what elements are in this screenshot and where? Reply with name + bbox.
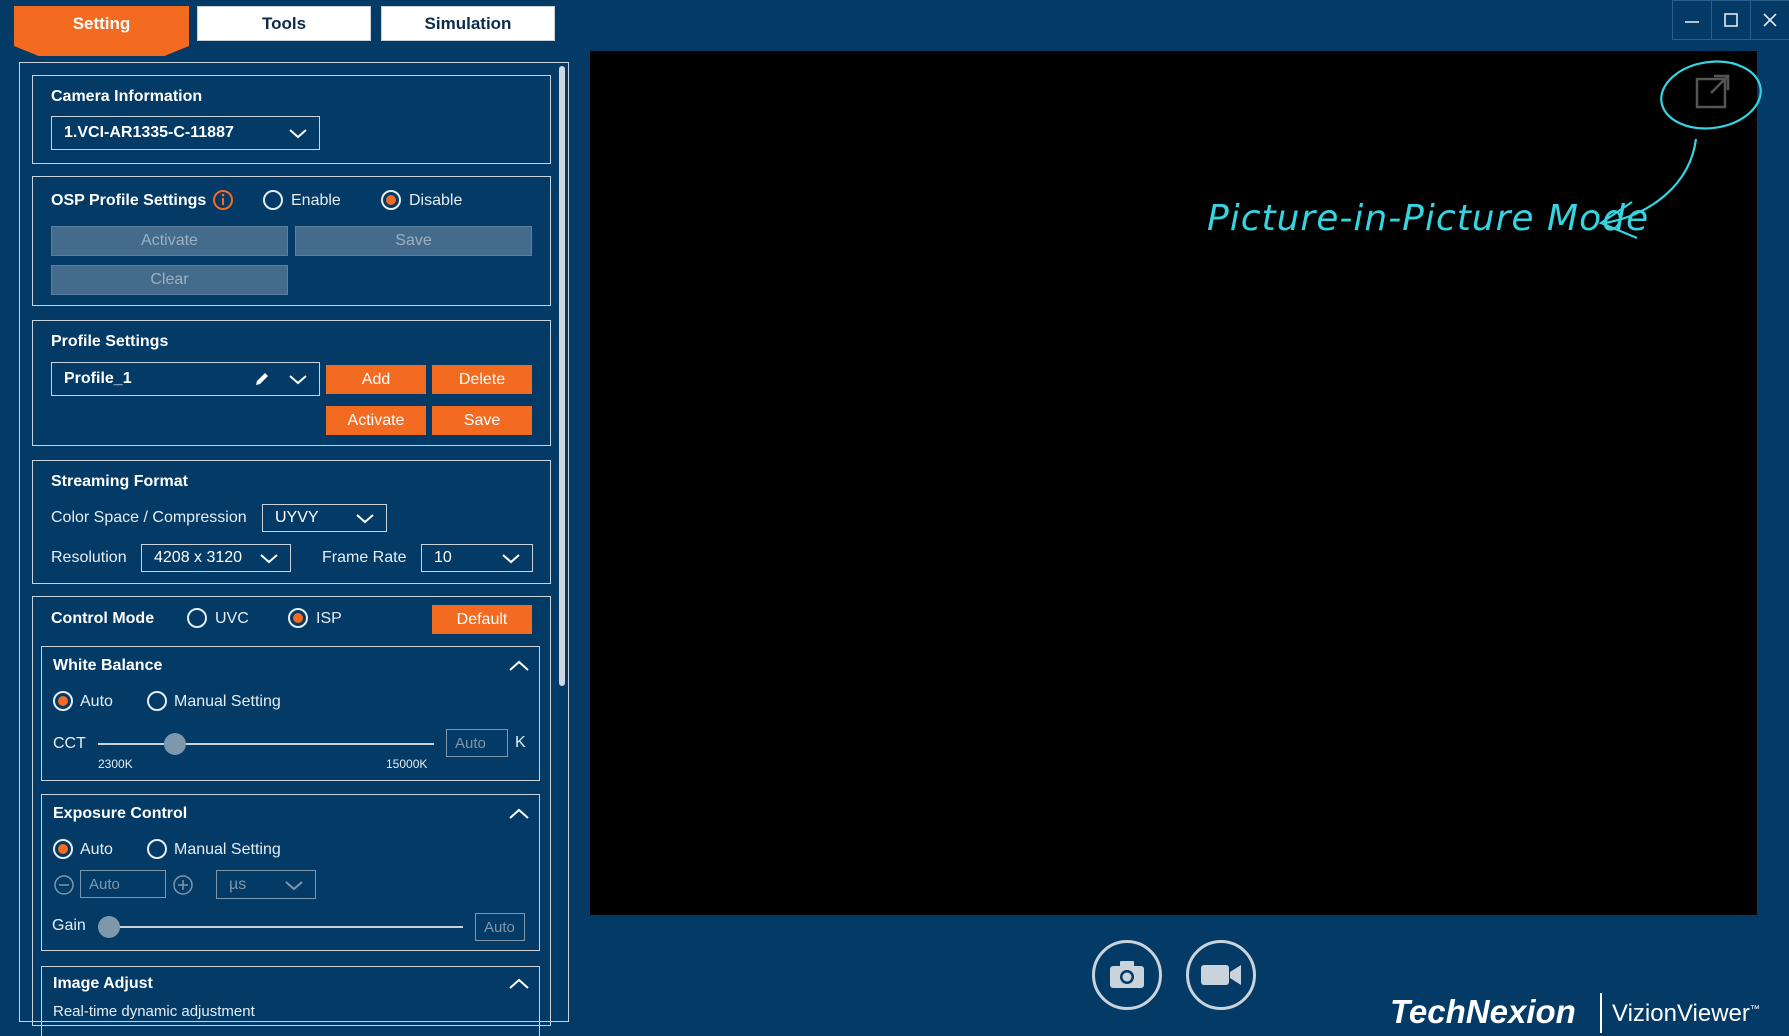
brand-divider — [1600, 993, 1602, 1033]
osp-disable-radio[interactable] — [381, 190, 401, 210]
white-balance-title: White Balance — [53, 657, 163, 674]
frame-rate-select[interactable]: 10 — [421, 544, 533, 572]
minimize-button[interactable] — [1672, 0, 1712, 40]
resolution-label: Resolution — [51, 549, 127, 566]
image-adjust-title: Image Adjust — [53, 975, 153, 992]
osp-enable-label: Enable — [291, 192, 341, 209]
exposure-unit-value: µs — [229, 875, 247, 893]
chevron-down-icon — [502, 554, 520, 564]
tab-simulation[interactable]: Simulation — [381, 6, 555, 41]
wb-manual-radio[interactable] — [147, 691, 167, 711]
exposure-title: Exposure Control — [53, 805, 188, 822]
osp-title: OSP Profile Settings — [51, 192, 207, 209]
exposure-auto-label: Auto — [80, 841, 113, 858]
plus-circle-icon[interactable] — [172, 874, 194, 896]
resolution-select[interactable]: 4208 x 3120 — [141, 544, 291, 572]
color-space-value: UYVY — [275, 509, 319, 526]
company-logo: TechNexion — [1390, 993, 1576, 1030]
camera-select-value: 1.VCI-AR1335-C-11887 — [64, 124, 234, 141]
frame-rate-label: Frame Rate — [322, 549, 407, 566]
osp-clear-button[interactable]: Clear — [51, 265, 288, 295]
gain-label: Gain — [52, 917, 86, 934]
cct-value-input[interactable]: Auto — [446, 729, 508, 757]
frame-rate-value: 10 — [434, 549, 452, 566]
video-camera-icon — [1201, 965, 1241, 985]
tab-setting[interactable]: Setting — [14, 6, 189, 56]
maximize-button[interactable] — [1711, 0, 1751, 40]
osp-activate-button[interactable]: Activate — [51, 226, 288, 256]
exposure-auto-radio[interactable] — [53, 839, 73, 859]
activate-profile-button[interactable]: Activate — [326, 406, 426, 435]
close-icon — [1763, 13, 1777, 27]
save-profile-button[interactable]: Save — [432, 406, 532, 435]
camera-icon — [1110, 961, 1144, 988]
exposure-unit-select[interactable]: µs — [216, 870, 316, 899]
osp-save-button[interactable]: Save — [295, 226, 532, 256]
snapshot-button[interactable] — [1092, 940, 1162, 1010]
chevron-up-icon[interactable] — [509, 978, 529, 989]
pencil-icon[interactable] — [254, 371, 270, 387]
chevron-down-icon — [260, 554, 278, 564]
minimize-icon — [1685, 21, 1699, 23]
trademark-symbol: ™ — [1749, 1004, 1760, 1015]
cct-unit-label: K — [515, 734, 526, 751]
cct-label: CCT — [53, 735, 86, 752]
osp-disable-label: Disable — [409, 192, 463, 209]
info-icon[interactable] — [212, 189, 234, 211]
cct-min-label: 2300K — [98, 757, 133, 771]
control-isp-label: ISP — [316, 610, 342, 627]
maximize-icon — [1724, 13, 1738, 27]
wb-manual-label: Manual Setting — [174, 693, 281, 710]
chevron-down-icon — [289, 129, 307, 139]
tab-tools[interactable]: Tools — [197, 6, 371, 41]
osp-enable-radio[interactable] — [263, 190, 283, 210]
wb-auto-label: Auto — [80, 693, 113, 710]
exposure-value-input[interactable]: Auto — [80, 870, 166, 898]
chevron-down-icon — [285, 881, 303, 891]
delete-profile-button[interactable]: Delete — [432, 365, 532, 394]
gain-slider-knob[interactable] — [98, 916, 120, 938]
minus-circle-icon[interactable] — [53, 874, 75, 896]
gain-value-input[interactable]: Auto — [475, 913, 525, 941]
cct-max-label: 15000K — [386, 757, 428, 771]
color-space-label: Color Space / Compression — [51, 509, 247, 526]
resolution-value: 4208 x 3120 — [154, 549, 243, 566]
control-uvc-label: UVC — [215, 610, 249, 627]
tab-tools-label: Tools — [261, 13, 307, 33]
gain-slider-track[interactable] — [98, 926, 463, 928]
close-button[interactable] — [1750, 0, 1789, 40]
pip-annotation-text: Picture-in-Picture Mode — [1207, 198, 1650, 239]
camera-info-title: Camera Information — [51, 88, 203, 105]
chevron-down-icon — [289, 375, 307, 385]
control-mode-title: Control Mode — [51, 610, 155, 627]
profile-title: Profile Settings — [51, 333, 169, 350]
camera-select[interactable]: 1.VCI-AR1335-C-11887 — [51, 116, 320, 150]
control-isp-radio[interactable] — [288, 608, 308, 628]
product-name-text: VizionViewer — [1612, 1000, 1750, 1027]
image-adjust-subtitle: Real-time dynamic adjustment — [53, 1003, 255, 1020]
chevron-down-icon — [356, 514, 374, 524]
record-button[interactable] — [1186, 940, 1256, 1010]
chevron-up-icon[interactable] — [509, 808, 529, 819]
streaming-title: Streaming Format — [51, 473, 188, 490]
tab-simulation-label: Simulation — [424, 13, 512, 33]
tab-setting-label: Setting — [72, 14, 131, 33]
default-button[interactable]: Default — [432, 605, 532, 634]
chevron-up-icon[interactable] — [509, 660, 529, 671]
profile-select[interactable]: Profile_1 — [51, 362, 320, 396]
wb-auto-radio[interactable] — [53, 691, 73, 711]
profile-select-value: Profile_1 — [64, 370, 132, 387]
exposure-manual-radio[interactable] — [147, 839, 167, 859]
cct-slider-track[interactable] — [98, 743, 434, 745]
color-space-select[interactable]: UYVY — [262, 504, 387, 532]
product-name: VizionViewer™ — [1612, 1000, 1760, 1028]
control-uvc-radio[interactable] — [187, 608, 207, 628]
add-profile-button[interactable]: Add — [326, 365, 426, 394]
settings-scrollbar[interactable] — [559, 66, 565, 686]
exposure-manual-label: Manual Setting — [174, 841, 281, 858]
